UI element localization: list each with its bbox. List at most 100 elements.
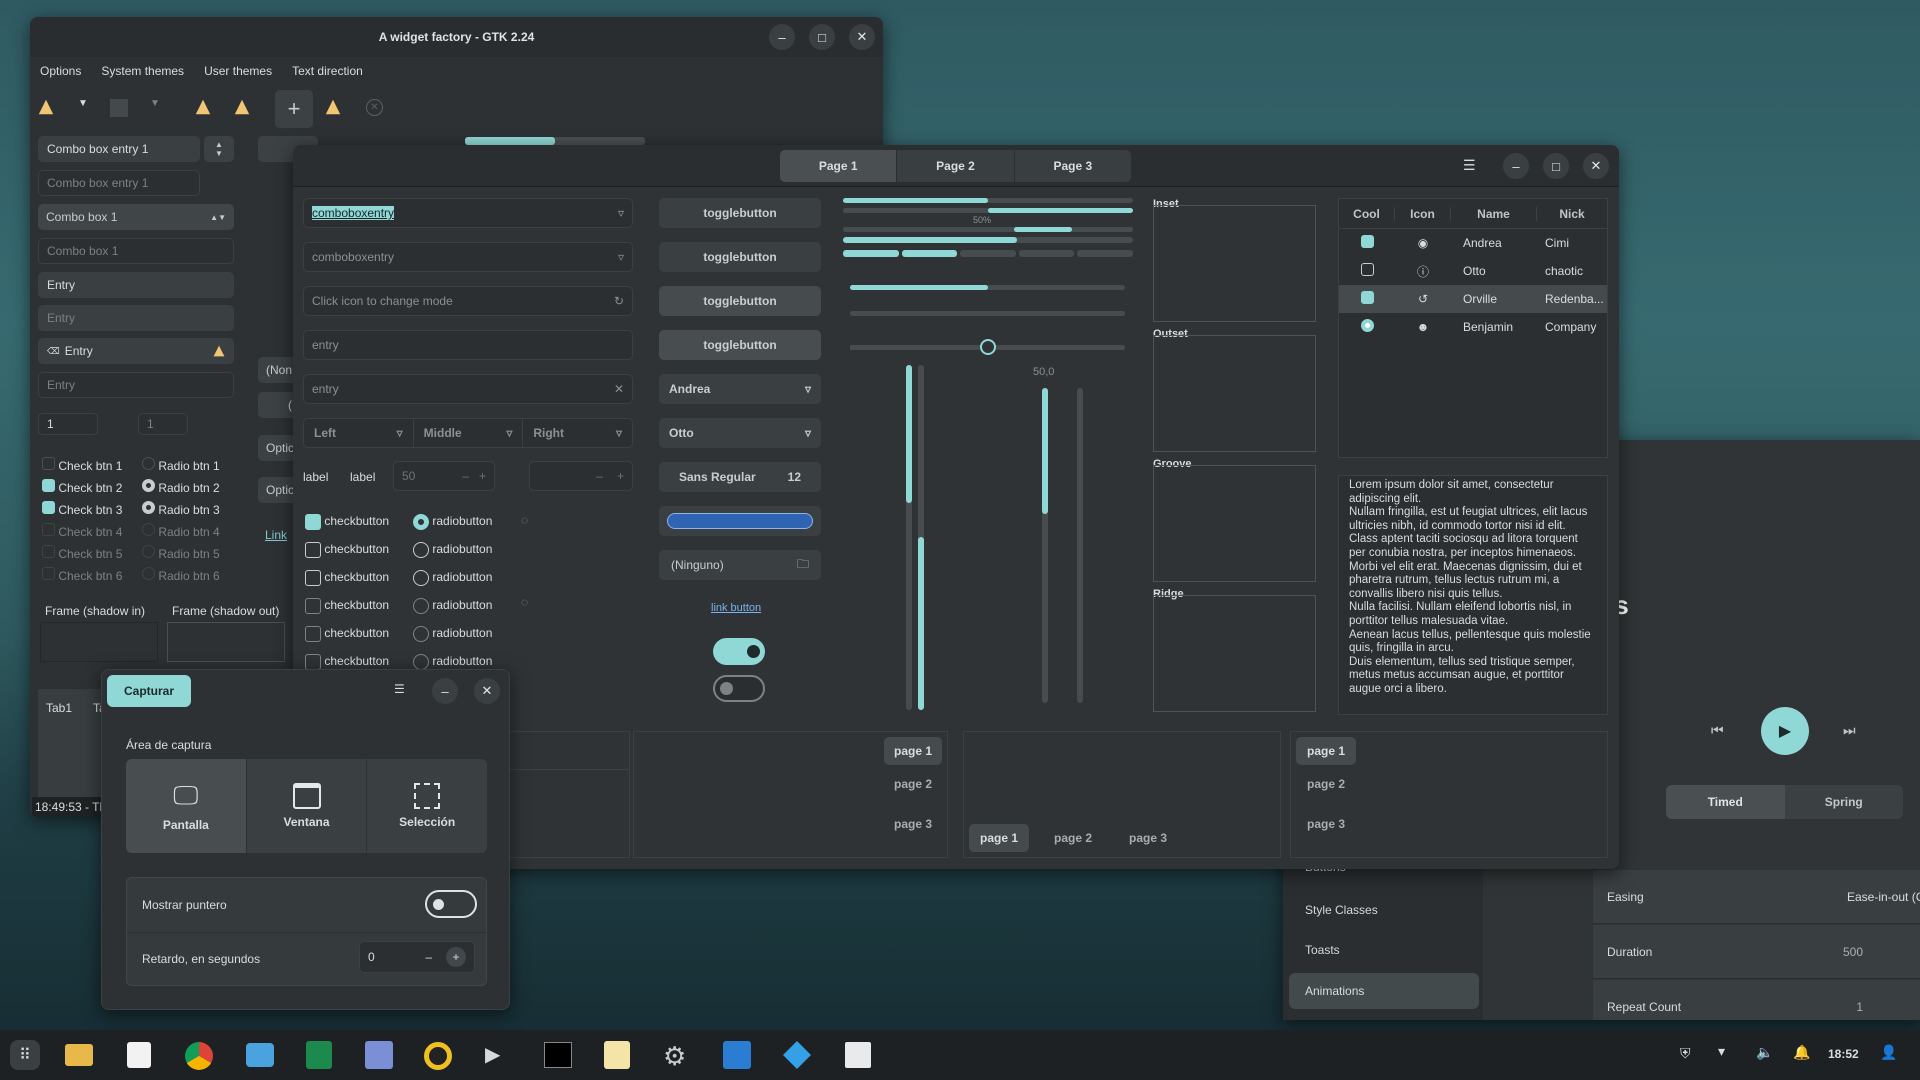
tab-page-2[interactable]: page 2 (884, 777, 942, 791)
easing-row[interactable]: Easing Ease-in-out (Cub (1593, 870, 1920, 924)
delay-spin[interactable]: 0 – + (359, 941, 475, 973)
plus-icon[interactable]: + (446, 947, 466, 967)
combo-entry-2[interactable]: comboboxentry ▿ (303, 242, 633, 272)
checkbutton-mixed[interactable]: checkbutton (305, 563, 389, 591)
vscale-3[interactable] (1042, 388, 1048, 703)
video-icon[interactable]: ▶ (485, 1042, 500, 1067)
refresh-icon[interactable]: ↻ (614, 294, 624, 308)
maximize-button[interactable]: □ (1543, 153, 1569, 179)
store-icon[interactable] (127, 1042, 151, 1068)
terminal-icon[interactable] (544, 1042, 572, 1068)
settings-icon[interactable]: ⚙ (663, 1041, 686, 1072)
tab-page-1[interactable]: page 1 (969, 824, 1029, 852)
spring-tab[interactable]: Spring (1785, 785, 1904, 819)
tab-1[interactable]: Tab1 (46, 701, 72, 715)
warning-icon[interactable] (195, 99, 211, 115)
timed-tab[interactable]: Timed (1666, 785, 1785, 819)
col-nick[interactable]: Nick (1537, 207, 1607, 221)
tab-page-2[interactable]: page 2 (1054, 831, 1092, 845)
togglebutton-2[interactable]: togglebutton (659, 242, 821, 272)
disc-icon[interactable] (424, 1042, 452, 1070)
box-icon[interactable] (110, 99, 128, 117)
sidebar-item-style-classes[interactable]: Style Classes (1305, 903, 1378, 917)
minimize-button[interactable]: – (432, 678, 458, 704)
menu-user-themes[interactable]: User themes (204, 64, 272, 78)
left-dropdown[interactable]: Left ▿ (304, 419, 413, 447)
tab-page-3[interactable]: page 3 (1129, 831, 1167, 845)
vscode-icon[interactable] (783, 1041, 811, 1069)
menu-text-direction[interactable]: Text direction (292, 64, 363, 78)
minus-icon[interactable]: – (462, 469, 469, 483)
menu-system-themes[interactable]: System themes (101, 64, 184, 78)
stop-icon[interactable]: ✕ (366, 99, 383, 116)
combo-entry-1[interactable]: comboboxentry ▿ (303, 198, 633, 228)
capture-mode-button[interactable]: Capturar (107, 675, 191, 707)
spin-button-empty[interactable]: – + (529, 461, 633, 491)
right-dropdown[interactable]: Right ▿ (522, 419, 632, 447)
volume-icon[interactable]: 🔈 (1756, 1044, 1773, 1061)
menu-options[interactable]: Options (40, 64, 81, 78)
combo-box[interactable]: Combo box 1 ▲▼ (38, 204, 234, 230)
menu-icon[interactable]: ☰ (1463, 157, 1476, 174)
tree-row[interactable]: ☻ Benjamin Company (1339, 313, 1607, 341)
wifi-icon[interactable]: ▾ (1718, 1043, 1725, 1060)
spin-button[interactable]: 1 (38, 413, 98, 435)
word-icon[interactable] (723, 1041, 751, 1069)
vscale-1[interactable] (906, 365, 912, 710)
togglebutton-3[interactable]: togglebutton (659, 286, 821, 316)
chrome-icon[interactable] (185, 1042, 213, 1070)
radio-2[interactable]: Radio btn 2 (142, 477, 220, 499)
row-checkbox[interactable] (1360, 235, 1374, 248)
close-button[interactable]: ✕ (1583, 153, 1609, 179)
minus-icon[interactable]: – (596, 469, 603, 483)
row-checkbox[interactable] (1360, 291, 1374, 304)
combo-andrea[interactable]: Andrea ▿ (659, 374, 821, 404)
bell-icon[interactable]: 🔔 (1793, 1044, 1810, 1061)
menu-icon[interactable]: ☰ (394, 682, 405, 696)
scale-1[interactable] (850, 285, 1125, 290)
tab-page-2[interactable]: page 2 (1296, 777, 1356, 791)
check-2[interactable]: Check btn 2 (42, 477, 122, 499)
tab-page-3[interactable]: Page 3 (1013, 150, 1131, 182)
tab-page-2[interactable]: Page 2 (896, 150, 1013, 182)
sidebar-item-toasts[interactable]: Toasts (1305, 943, 1340, 957)
minimize-button[interactable]: – (1503, 153, 1529, 179)
tab-page-3[interactable]: page 3 (884, 817, 942, 831)
link-button[interactable]: link button (711, 602, 761, 614)
entry-2[interactable]: entry ✕ (303, 374, 633, 404)
file-chooser-button[interactable]: (Ninguno) 🗀 (659, 550, 821, 580)
combo-entry[interactable]: Combo box entry 1 (38, 136, 200, 162)
checkbutton-unchecked[interactable]: checkbutton (305, 535, 389, 563)
add-icon[interactable]: + (275, 90, 313, 128)
togglebutton-1[interactable]: togglebutton (659, 198, 821, 228)
radio-3[interactable]: Radio btn 3 (142, 499, 220, 521)
col-cool[interactable]: Cool (1339, 206, 1395, 221)
tab-page-3[interactable]: page 3 (1296, 817, 1356, 831)
tree-row[interactable]: ⓘ Otto chaotic (1339, 257, 1607, 285)
scale-2[interactable] (850, 311, 1125, 316)
sidebar-item-animations[interactable]: Animations (1289, 973, 1479, 1009)
radio-1[interactable]: Radio btn 1 (142, 455, 220, 477)
vpn-icon[interactable]: ⛨ (1680, 1045, 1691, 1062)
entry-1[interactable]: entry (303, 330, 633, 360)
vscale-2[interactable] (918, 365, 924, 710)
plus-icon[interactable]: + (617, 469, 624, 483)
minus-icon[interactable]: – (425, 950, 432, 964)
check-1[interactable]: Check btn 1 (42, 455, 122, 477)
radiobutton-checked[interactable]: radiobutton (413, 507, 492, 535)
tab-page-1[interactable]: page 1 (1296, 737, 1356, 765)
entry-with-icon[interactable]: ⌫ Entry (38, 338, 234, 364)
dropdown-arrow-icon[interactable]: ▼ (78, 98, 88, 109)
check-3[interactable]: Check btn 3 (42, 499, 122, 521)
show-pointer-switch[interactable] (425, 890, 477, 918)
camera-icon[interactable] (246, 1043, 274, 1067)
text-view[interactable]: Lorem ipsum dolor sit amet, consectetur … (1338, 475, 1608, 715)
next-icon[interactable]: ⏭ (1843, 722, 1856, 739)
radiobutton-mixed[interactable]: radiobutton (413, 563, 492, 591)
font-button[interactable]: Sans Regular 12 (659, 462, 821, 492)
tab-page-1[interactable]: Page 1 (780, 150, 897, 182)
minimize-button[interactable]: – (769, 24, 795, 50)
tree-row-selected[interactable]: ↺ Orville Redenba... (1339, 285, 1607, 313)
app-grid-icon[interactable]: ⠿ (10, 1040, 40, 1070)
mode-selection[interactable]: Selección (366, 759, 487, 853)
